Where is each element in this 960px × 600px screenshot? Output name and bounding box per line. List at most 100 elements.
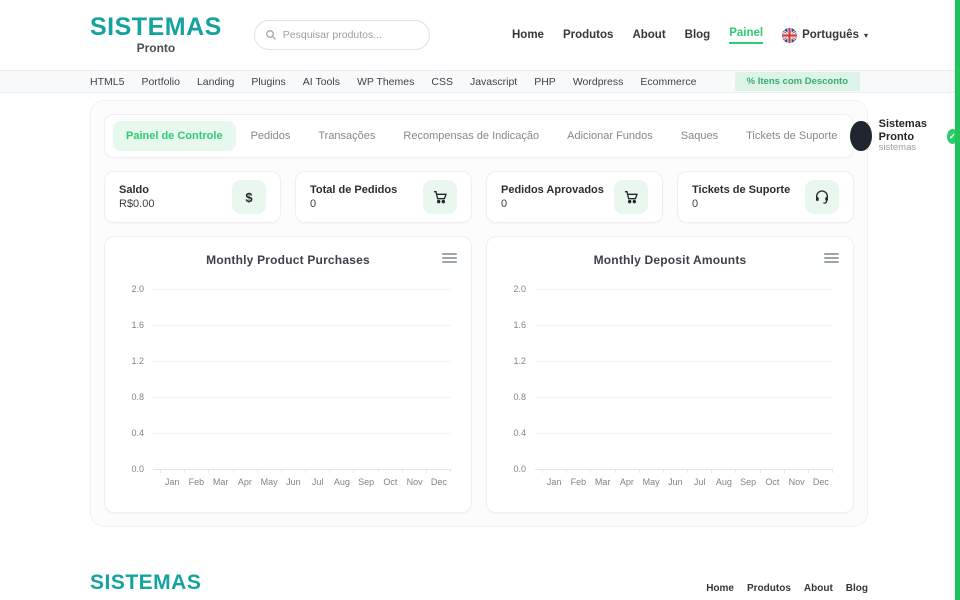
y-tick-label: 1.6	[503, 320, 535, 330]
stat-title: Tickets de Suporte	[692, 184, 790, 196]
nav-produtos[interactable]: Produtos	[563, 29, 613, 41]
nav-home[interactable]: Home	[512, 29, 544, 41]
category-css[interactable]: CSS	[431, 76, 453, 88]
grid-line	[535, 325, 833, 326]
tab-pedidos[interactable]: Pedidos	[238, 121, 304, 151]
y-tick-label: 1.2	[503, 356, 535, 366]
tab-recompensas-de-indicacao[interactable]: Recompensas de Indicação	[390, 121, 552, 151]
category-ai-tools[interactable]: AI Tools	[303, 76, 340, 88]
stat-text: Total de Pedidos 0	[310, 184, 397, 210]
nav-about[interactable]: About	[632, 29, 665, 41]
gridline: 0.0	[121, 464, 451, 474]
category-javascript[interactable]: Javascript	[470, 76, 517, 88]
account-widget[interactable]: Sistemas Pronto sistemas ✓	[850, 118, 960, 154]
tab-adicionar-fundos[interactable]: Adicionar Fundos	[554, 121, 666, 151]
category-links: HTML5 Portfolio Landing Plugins AI Tools WP T…	[90, 76, 696, 88]
gridline: 1.2	[503, 356, 833, 366]
stat-text: Pedidos Aprovados0	[501, 184, 604, 210]
stats-row: SaldoR$0.00 $ Total de Pedidos 0 Pedidos Apr…	[104, 171, 854, 223]
y-tick-label: 1.2	[121, 356, 153, 366]
x-axis-labels: JanFebMarAprMayJunJulAugSepOctNovDec	[160, 477, 451, 487]
x-tick-label: Oct	[760, 477, 784, 487]
language-label: Português	[802, 29, 859, 41]
footer-logo[interactable]: SISTEMAS	[90, 571, 201, 595]
chart-title: Monthly Deposit Amounts	[501, 253, 839, 267]
gridline: 0.8	[121, 392, 451, 402]
stat-text: SaldoR$0.00	[119, 184, 154, 210]
account-name: Sistemas Pronto	[879, 118, 940, 143]
category-landing[interactable]: Landing	[197, 76, 234, 88]
grid-line	[535, 397, 833, 398]
footer-link-blog[interactable]: Blog	[846, 583, 868, 594]
grid-line	[153, 289, 451, 290]
x-tick-label: Sep	[736, 477, 760, 487]
grid-line	[153, 325, 451, 326]
stat-title: Total de Pedidos	[310, 184, 397, 196]
x-tick-label: Aug	[712, 477, 736, 487]
logo-title: SISTEMAS	[90, 15, 222, 40]
x-axis-labels: JanFebMarAprMayJunJulAugSepOctNovDec	[542, 477, 833, 487]
search-input[interactable]	[283, 29, 419, 41]
uk-flag-icon	[782, 28, 797, 43]
stat-value: R$0.00	[119, 198, 154, 210]
logo[interactable]: SISTEMAS Pronto	[90, 15, 222, 55]
category-wp-themes[interactable]: WP Themes	[357, 76, 414, 88]
stat-value: 0	[310, 198, 397, 210]
x-tick-label: May	[257, 477, 281, 487]
nav-painel[interactable]: Painel	[729, 27, 763, 44]
x-tick-label: Jul	[306, 477, 330, 487]
category-plugins[interactable]: Plugins	[251, 76, 285, 88]
grid-line	[535, 361, 833, 362]
category-ecommerce[interactable]: Ecommerce	[640, 76, 696, 88]
footer-link-home[interactable]: Home	[706, 583, 734, 594]
page-edge-accent	[955, 0, 960, 600]
x-tick-label: Feb	[566, 477, 590, 487]
hamburger-icon[interactable]	[824, 251, 839, 265]
category-php[interactable]: PHP	[534, 76, 556, 88]
footer-link-about[interactable]: About	[804, 583, 833, 594]
dashboard-panel: Painel de ControlePedidosTransaçõesRecom…	[90, 100, 868, 527]
gridline: 1.6	[503, 320, 833, 330]
chart-grid: 2.01.61.20.80.40.0	[121, 289, 451, 469]
logo-subtitle: Pronto	[90, 41, 222, 55]
stat-card-tickets-de-suporte: Tickets de Suporte0	[677, 171, 854, 223]
tab-saques[interactable]: Saques	[668, 121, 731, 151]
stat-card-saldo: SaldoR$0.00 $	[104, 171, 281, 223]
tab-painel-de-controle[interactable]: Painel de Controle	[113, 121, 236, 151]
header: SISTEMAS Pronto Home Produtos About Blog Pai…	[0, 0, 960, 70]
gridline: 0.0	[503, 464, 833, 474]
footer-link-produtos[interactable]: Produtos	[747, 583, 791, 594]
category-html5[interactable]: HTML5	[90, 76, 124, 88]
stat-title: Pedidos Aprovados	[501, 184, 604, 196]
gridline: 1.2	[121, 356, 451, 366]
footer-links: Home Produtos About Blog	[706, 583, 868, 595]
nav-blog[interactable]: Blog	[685, 29, 711, 41]
dollar-icon: $	[232, 180, 266, 214]
discount-badge: % Itens com Desconto	[735, 72, 860, 91]
x-tick-label: Nov	[785, 477, 809, 487]
grid-line	[535, 289, 833, 290]
x-tick-label: Apr	[615, 477, 639, 487]
category-portfolio[interactable]: Portfolio	[141, 76, 180, 88]
grid-line	[153, 361, 451, 362]
hamburger-icon[interactable]	[442, 251, 457, 265]
avatar	[850, 121, 871, 151]
y-tick-label: 2.0	[503, 284, 535, 294]
headset-icon	[805, 180, 839, 214]
tab-transacoes[interactable]: Transações	[305, 121, 388, 151]
tab-tickets-de-suporte[interactable]: Tickets de Suporte	[733, 121, 850, 151]
y-tick-label: 0.8	[503, 392, 535, 402]
x-tick-label: Jan	[160, 477, 184, 487]
search-icon	[265, 29, 277, 41]
grid-line	[153, 469, 451, 470]
search-box[interactable]	[254, 20, 430, 50]
language-selector[interactable]: Português ▾	[782, 28, 868, 43]
gridline: 2.0	[121, 284, 451, 294]
category-wordpress[interactable]: Wordpress	[573, 76, 624, 88]
y-tick-label: 0.0	[121, 464, 153, 474]
gridline: 0.8	[503, 392, 833, 402]
top-nav: Home Produtos About Blog Painel Português ▾	[512, 27, 868, 44]
x-tick-label: Jun	[281, 477, 305, 487]
x-tick-label: Jul	[688, 477, 712, 487]
y-tick-label: 1.6	[121, 320, 153, 330]
